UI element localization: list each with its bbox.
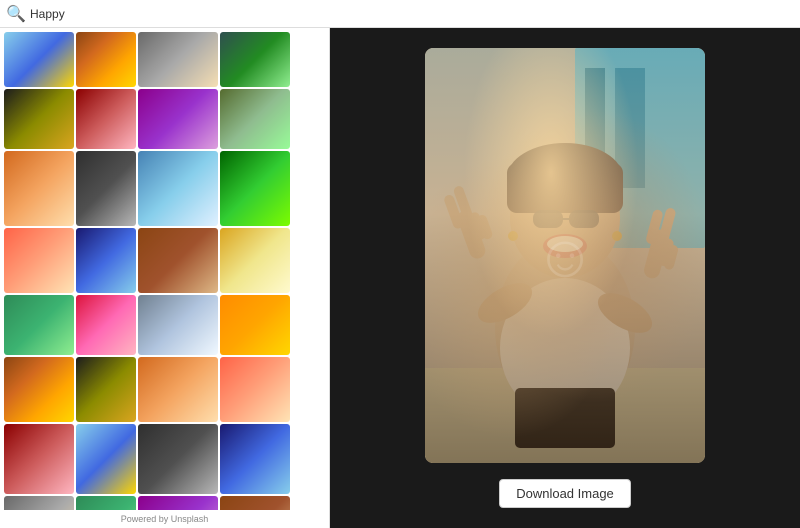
list-item[interactable]: [220, 32, 290, 87]
list-item[interactable]: [220, 496, 290, 510]
list-item[interactable]: [76, 89, 136, 149]
list-item[interactable]: [4, 496, 74, 510]
preview-image: [425, 48, 705, 463]
grid-row: [4, 32, 325, 87]
list-item[interactable]: [4, 32, 74, 87]
list-item[interactable]: [4, 357, 74, 422]
list-item[interactable]: [138, 89, 218, 149]
list-item[interactable]: [138, 32, 218, 87]
grid-row: [4, 151, 325, 226]
list-item[interactable]: [76, 151, 136, 226]
list-item[interactable]: [138, 424, 218, 494]
grid-row: [4, 295, 325, 355]
list-item[interactable]: [76, 228, 136, 293]
list-item[interactable]: [76, 357, 136, 422]
app-icon: 🔍: [8, 6, 24, 22]
list-item[interactable]: [138, 357, 218, 422]
list-item[interactable]: [4, 295, 74, 355]
grid-row: [4, 496, 325, 510]
list-item[interactable]: [220, 89, 290, 149]
app-title: Happy: [30, 7, 65, 21]
list-item[interactable]: [138, 228, 218, 293]
download-image-button[interactable]: Download Image: [499, 479, 631, 508]
list-item[interactable]: [76, 295, 136, 355]
list-item[interactable]: [4, 228, 74, 293]
preview-image-container: [425, 48, 705, 463]
list-item[interactable]: [220, 295, 290, 355]
main-content: Powered by Unsplash: [0, 28, 800, 528]
list-item[interactable]: [138, 151, 218, 226]
list-item[interactable]: [138, 295, 218, 355]
right-panel: Download Image: [330, 28, 800, 528]
list-item[interactable]: [138, 496, 218, 510]
list-item[interactable]: [220, 228, 290, 293]
left-panel: Powered by Unsplash: [0, 28, 330, 528]
list-item[interactable]: [220, 424, 290, 494]
list-item[interactable]: [220, 151, 290, 226]
grid-row: [4, 424, 325, 494]
top-bar: 🔍 Happy: [0, 0, 800, 28]
list-item[interactable]: [4, 89, 74, 149]
list-item[interactable]: [76, 496, 136, 510]
grid-row: [4, 357, 325, 422]
list-item[interactable]: [4, 151, 74, 226]
list-item[interactable]: [4, 424, 74, 494]
watermark-text: Powered by Unsplash: [0, 510, 329, 528]
grid-row: [4, 228, 325, 293]
list-item[interactable]: [76, 32, 136, 87]
grid-row: [4, 89, 325, 149]
list-item[interactable]: [220, 357, 290, 422]
list-item[interactable]: [76, 424, 136, 494]
image-grid[interactable]: [0, 28, 329, 510]
